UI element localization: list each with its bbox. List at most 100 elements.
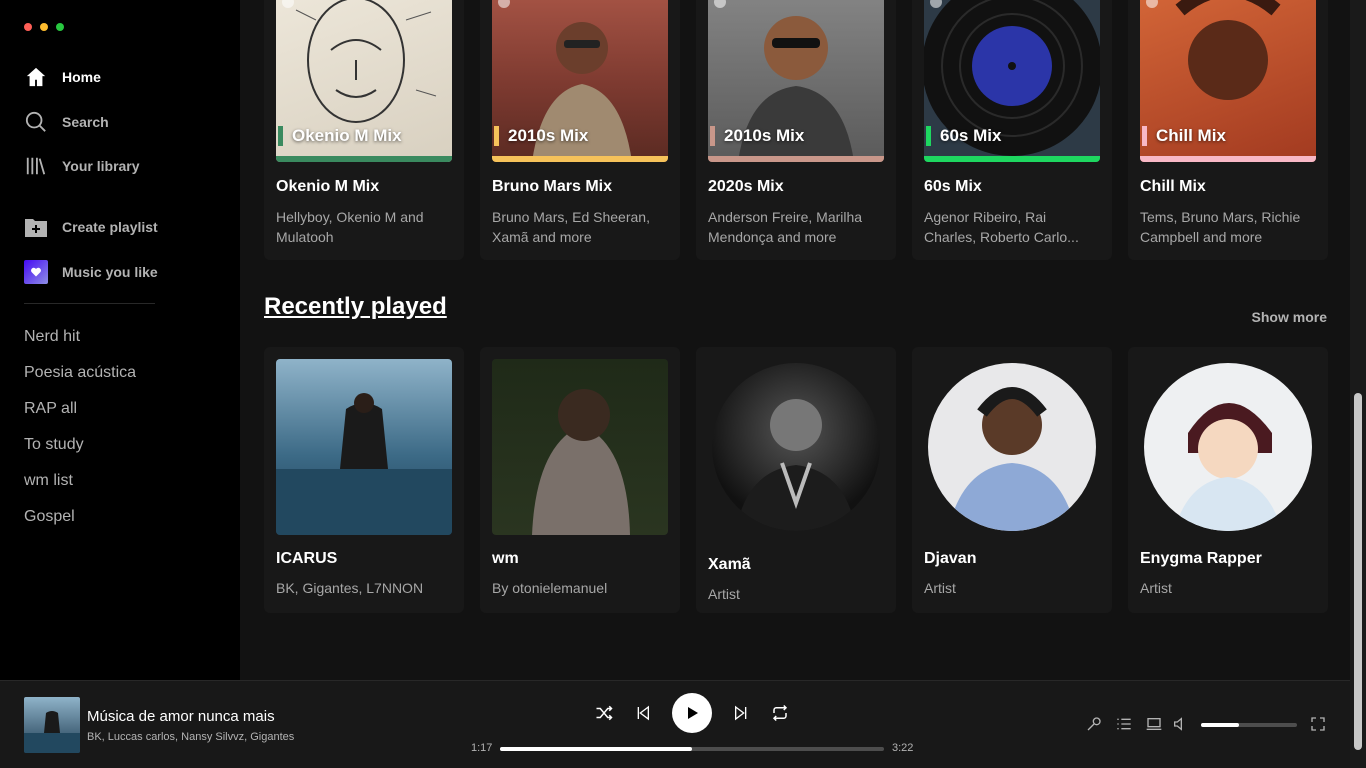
library-icon xyxy=(24,154,48,178)
fullscreen-icon xyxy=(1311,717,1325,731)
fullscreen-button[interactable] xyxy=(1306,712,1330,736)
mix-cover: 2010s Mix xyxy=(708,0,884,162)
card-title: wm xyxy=(492,550,519,567)
now-playing-cover[interactable] xyxy=(24,697,80,753)
previous-button[interactable] xyxy=(631,701,655,725)
volume-slider-fill xyxy=(1201,723,1240,727)
lyrics-button[interactable] xyxy=(1082,712,1106,736)
mix-card[interactable]: 60s Mix 60s Mix Agenor Ribeiro, Rai Char… xyxy=(912,0,1112,260)
anime-avatar-image xyxy=(1174,403,1282,531)
mix-accent-bar xyxy=(708,156,884,162)
shuffle-button[interactable] xyxy=(592,701,616,725)
mix-accent-bar xyxy=(924,156,1100,162)
nav-library-label: Your library xyxy=(62,158,140,174)
mix-cover-label: Okenio M Mix xyxy=(292,126,402,145)
recent-card[interactable]: Enygma Rapper Artist xyxy=(1128,347,1328,613)
artist-avatar xyxy=(712,363,880,531)
card-title: Chill Mix xyxy=(1140,178,1206,195)
card-title: Bruno Mars Mix xyxy=(492,178,613,195)
recent-card[interactable]: ICARUS BK, Gigantes, L7NNON xyxy=(264,347,464,613)
main-content: Okenio M Mix Okenio M Mix Hellyboy, Oken… xyxy=(240,0,1350,680)
playlist-item[interactable]: wm list xyxy=(24,471,136,507)
nav-home[interactable]: Home xyxy=(24,65,101,89)
playlist-item[interactable]: Nerd hit xyxy=(24,327,136,363)
show-more-link[interactable]: Show more xyxy=(1252,309,1327,325)
nav-search[interactable]: Search xyxy=(24,110,109,134)
shuffle-icon xyxy=(596,705,613,721)
artist-avatar xyxy=(1144,363,1312,531)
queue-icon xyxy=(1117,718,1131,730)
mute-button[interactable] xyxy=(1168,712,1192,736)
card-subtitle: Artist xyxy=(1140,580,1172,596)
playlist-item[interactable]: RAP all xyxy=(24,399,136,435)
next-button[interactable] xyxy=(729,701,753,725)
close-window-button[interactable] xyxy=(24,23,32,31)
card-title: Okenio M Mix xyxy=(276,178,380,195)
card-subtitle: Anderson Freire, Marilha Mendonça and mo… xyxy=(708,209,863,245)
devices-button[interactable] xyxy=(1142,712,1166,736)
recent-card[interactable]: Xamã Artist xyxy=(696,347,896,613)
playlist-item[interactable]: Poesia acústica xyxy=(24,363,136,399)
album-cover xyxy=(492,359,668,535)
playlist-item[interactable]: To study xyxy=(24,435,136,471)
card-subtitle: Artist xyxy=(924,580,956,596)
repeat-icon xyxy=(772,704,788,722)
player-bar: Música de amor nunca mais BK, Luccas car… xyxy=(0,680,1350,768)
recent-card[interactable]: Djavan Artist xyxy=(912,347,1112,613)
card-subtitle: Tems, Bruno Mars, Richie Campbell and mo… xyxy=(1140,209,1301,245)
mix-cover-label: 60s Mix xyxy=(940,126,1002,145)
album-cover-image xyxy=(276,393,452,535)
mix-cover: Okenio M Mix xyxy=(276,0,452,162)
scrollbar-thumb[interactable] xyxy=(1354,393,1362,750)
playback-progress-fill xyxy=(500,747,692,751)
mix-accent-bar xyxy=(1140,156,1316,162)
card-title: ICARUS xyxy=(276,550,338,567)
artist-photo-image xyxy=(736,399,856,531)
nav-search-label: Search xyxy=(62,114,109,130)
repeat-button[interactable] xyxy=(768,701,792,725)
add-playlist-icon xyxy=(24,215,48,239)
create-playlist-button[interactable]: Create playlist xyxy=(24,215,158,239)
minimize-window-button[interactable] xyxy=(40,23,48,31)
mix-card[interactable]: 2010s Mix 2020s Mix Anderson Freire, Mar… xyxy=(696,0,896,260)
sidebar-divider xyxy=(24,303,155,304)
skip-back-icon xyxy=(637,705,649,721)
main-scrollbar[interactable] xyxy=(1350,0,1366,768)
elapsed-time: 1:17 xyxy=(471,742,493,754)
mix-cover-label: 2010s Mix xyxy=(508,126,589,145)
mix-card[interactable]: 2010s Mix Bruno Mars Mix Bruno Mars, Ed … xyxy=(480,0,680,260)
card-subtitle: By otonielemanuel xyxy=(492,580,608,596)
queue-button[interactable] xyxy=(1112,712,1136,736)
mix-cover: Chill Mix xyxy=(1140,0,1316,162)
nav-library[interactable]: Your library xyxy=(24,154,140,178)
card-subtitle: Agenor Ribeiro, Rai Charles, Roberto Car… xyxy=(924,209,1079,245)
album-cover xyxy=(276,359,452,535)
playlist-list: Nerd hit Poesia acústica RAP all To stud… xyxy=(24,327,136,543)
recent-card[interactable]: wm By otonielemanuel xyxy=(480,347,680,613)
play-icon xyxy=(688,707,698,719)
play-button[interactable] xyxy=(672,693,712,733)
now-playing-title[interactable]: Música de amor nunca mais xyxy=(87,708,275,725)
heart-icon xyxy=(24,260,48,284)
card-title: 2020s Mix xyxy=(708,178,784,195)
section-title[interactable]: Recently played xyxy=(264,293,447,321)
card-subtitle: Artist xyxy=(708,586,740,602)
mix-card[interactable]: Okenio M Mix Okenio M Mix Hellyboy, Oken… xyxy=(264,0,464,260)
mix-cover: 60s Mix xyxy=(924,0,1100,162)
now-playing-artists[interactable]: BK, Luccas carlos, Nansy Silvvz, Gigante… xyxy=(87,731,294,743)
card-subtitle: Bruno Mars, Ed Sheeran, Xamã and more xyxy=(492,209,650,245)
card-title: Djavan xyxy=(924,550,977,567)
artist-photo-image xyxy=(948,387,1076,531)
playback-progress-bar[interactable] xyxy=(500,747,884,751)
volume-icon xyxy=(1174,717,1182,731)
volume-slider[interactable] xyxy=(1201,723,1297,727)
card-title: Enygma Rapper xyxy=(1140,550,1262,567)
home-icon xyxy=(24,65,48,89)
maximize-window-button[interactable] xyxy=(56,23,64,31)
playlist-item[interactable]: Gospel xyxy=(24,507,136,543)
card-subtitle: BK, Gigantes, L7NNON xyxy=(276,580,424,596)
mix-card[interactable]: Chill Mix Chill Mix Tems, Bruno Mars, Ri… xyxy=(1128,0,1328,260)
microphone-icon xyxy=(1087,717,1101,731)
liked-songs-button[interactable]: Music you like xyxy=(24,260,158,284)
create-playlist-label: Create playlist xyxy=(62,219,158,235)
